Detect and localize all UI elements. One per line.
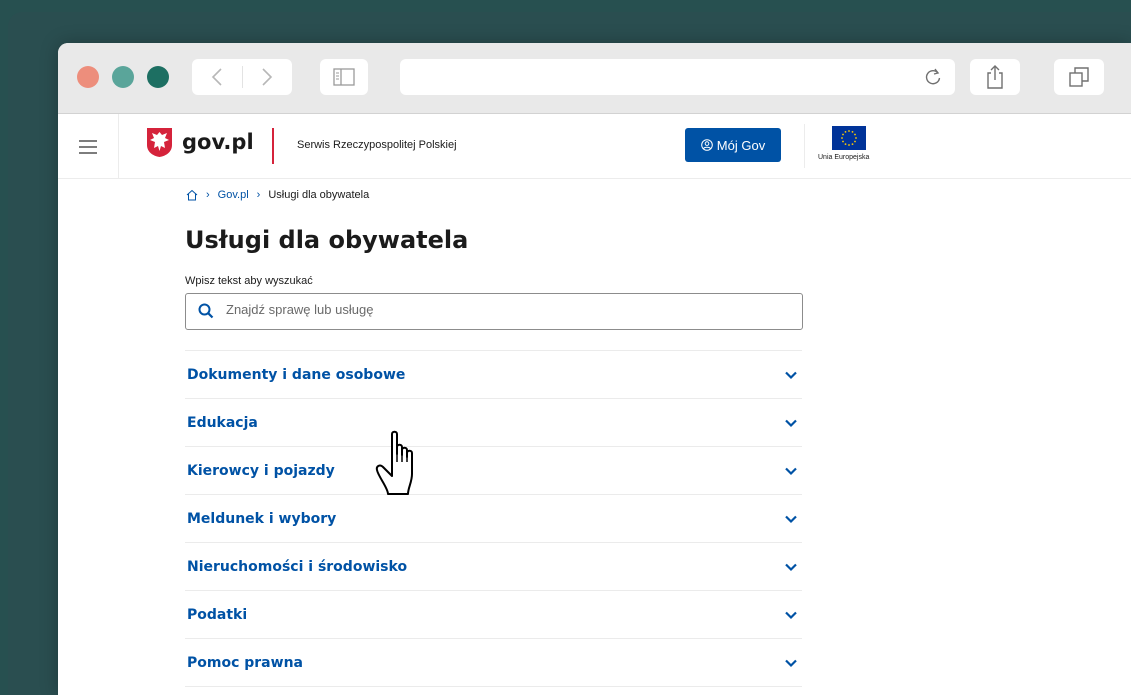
reload-icon[interactable]: [923, 67, 943, 87]
home-icon[interactable]: [186, 189, 198, 201]
category-item-edukacja[interactable]: Edukacja: [185, 399, 802, 447]
hand-cursor-icon: [375, 430, 413, 495]
category-label: Dokumenty i dane osobowe: [187, 366, 406, 383]
search-box[interactable]: [185, 293, 803, 330]
chevron-down-icon[interactable]: [784, 512, 798, 526]
minimize-window-button[interactable]: [112, 66, 134, 88]
chevron-down-icon[interactable]: [784, 560, 798, 574]
sidebar-icon: [333, 68, 355, 86]
chevron-right-icon: [262, 68, 273, 86]
share-button[interactable]: [970, 59, 1020, 95]
category-label: Pomoc prawna: [187, 654, 303, 671]
user-icon: [700, 139, 713, 151]
back-button[interactable]: [192, 59, 242, 95]
site-logo[interactable]: gov.pl: [182, 130, 254, 154]
moj-gov-label: Mój Gov: [716, 137, 766, 153]
chevron-down-icon[interactable]: [784, 416, 798, 430]
category-item-podatki[interactable]: Podatki: [185, 591, 802, 639]
category-item-pomoc-prawna[interactable]: Pomoc prawna: [185, 639, 802, 687]
menu-icon[interactable]: [79, 140, 97, 158]
category-list: Dokumenty i dane osobowe Edukacja Kierow…: [185, 350, 802, 687]
site-tagline: Serwis Rzeczypospolitej Polskiej: [297, 139, 457, 151]
chevron-down-icon[interactable]: [784, 464, 798, 478]
breadcrumb-link-gov[interactable]: Gov.pl: [218, 189, 249, 201]
category-item-meldunek[interactable]: Meldunek i wybory: [185, 495, 802, 543]
web-page: gov.pl Serwis Rzeczypospolitej Polskiej …: [58, 114, 1131, 695]
moj-gov-button[interactable]: Mój Gov: [685, 128, 781, 162]
category-label: Edukacja: [187, 414, 258, 431]
chevron-down-icon[interactable]: [784, 368, 798, 382]
eu-label: Unia Europejska: [818, 154, 870, 161]
tabs-overview-button[interactable]: [1054, 59, 1104, 95]
address-bar[interactable]: [400, 59, 955, 95]
logo-divider: [272, 128, 274, 164]
close-window-button[interactable]: [77, 66, 99, 88]
maximize-window-button[interactable]: [147, 66, 169, 88]
category-item-dokumenty[interactable]: Dokumenty i dane osobowe: [185, 351, 802, 399]
share-icon: [987, 65, 1003, 89]
category-label: Kierowcy i pojazdy: [187, 462, 335, 479]
sidebar-toggle-button[interactable]: [320, 59, 368, 95]
search-label: Wpisz tekst aby wyszukać: [185, 275, 313, 287]
tabs-icon: [1069, 67, 1089, 87]
page-title: Usługi dla obywatela: [185, 226, 469, 254]
category-label: Meldunek i wybory: [187, 510, 337, 527]
category-item-kierowcy[interactable]: Kierowcy i pojazdy: [185, 447, 802, 495]
chevron-left-icon: [211, 68, 222, 86]
eu-flag-icon: [832, 126, 866, 150]
breadcrumb-current: Usługi dla obywatela: [268, 189, 370, 201]
category-label: Podatki: [187, 606, 248, 623]
chevron-down-icon[interactable]: [784, 656, 798, 670]
category-item-nieruchomosci[interactable]: Nieruchomości i środowisko: [185, 543, 802, 591]
breadcrumb-separator: ›: [256, 189, 261, 201]
breadcrumb-separator: ›: [206, 189, 210, 201]
browser-toolbar: [58, 43, 1131, 114]
polish-eagle-icon: [147, 128, 172, 157]
breadcrumb: › Gov.pl › Usługi dla obywatela: [186, 189, 369, 201]
category-label: Nieruchomości i środowisko: [187, 558, 408, 575]
chevron-down-icon[interactable]: [784, 608, 798, 622]
search-input[interactable]: [226, 302, 786, 317]
site-header: gov.pl Serwis Rzeczypospolitej Polskiej …: [58, 114, 1131, 179]
header-divider: [118, 114, 119, 178]
forward-button[interactable]: [242, 59, 292, 95]
header-divider: [804, 124, 805, 168]
search-icon: [198, 303, 214, 319]
browser-window: gov.pl Serwis Rzeczypospolitej Polskiej …: [58, 43, 1131, 695]
navigation-buttons: [192, 59, 292, 95]
